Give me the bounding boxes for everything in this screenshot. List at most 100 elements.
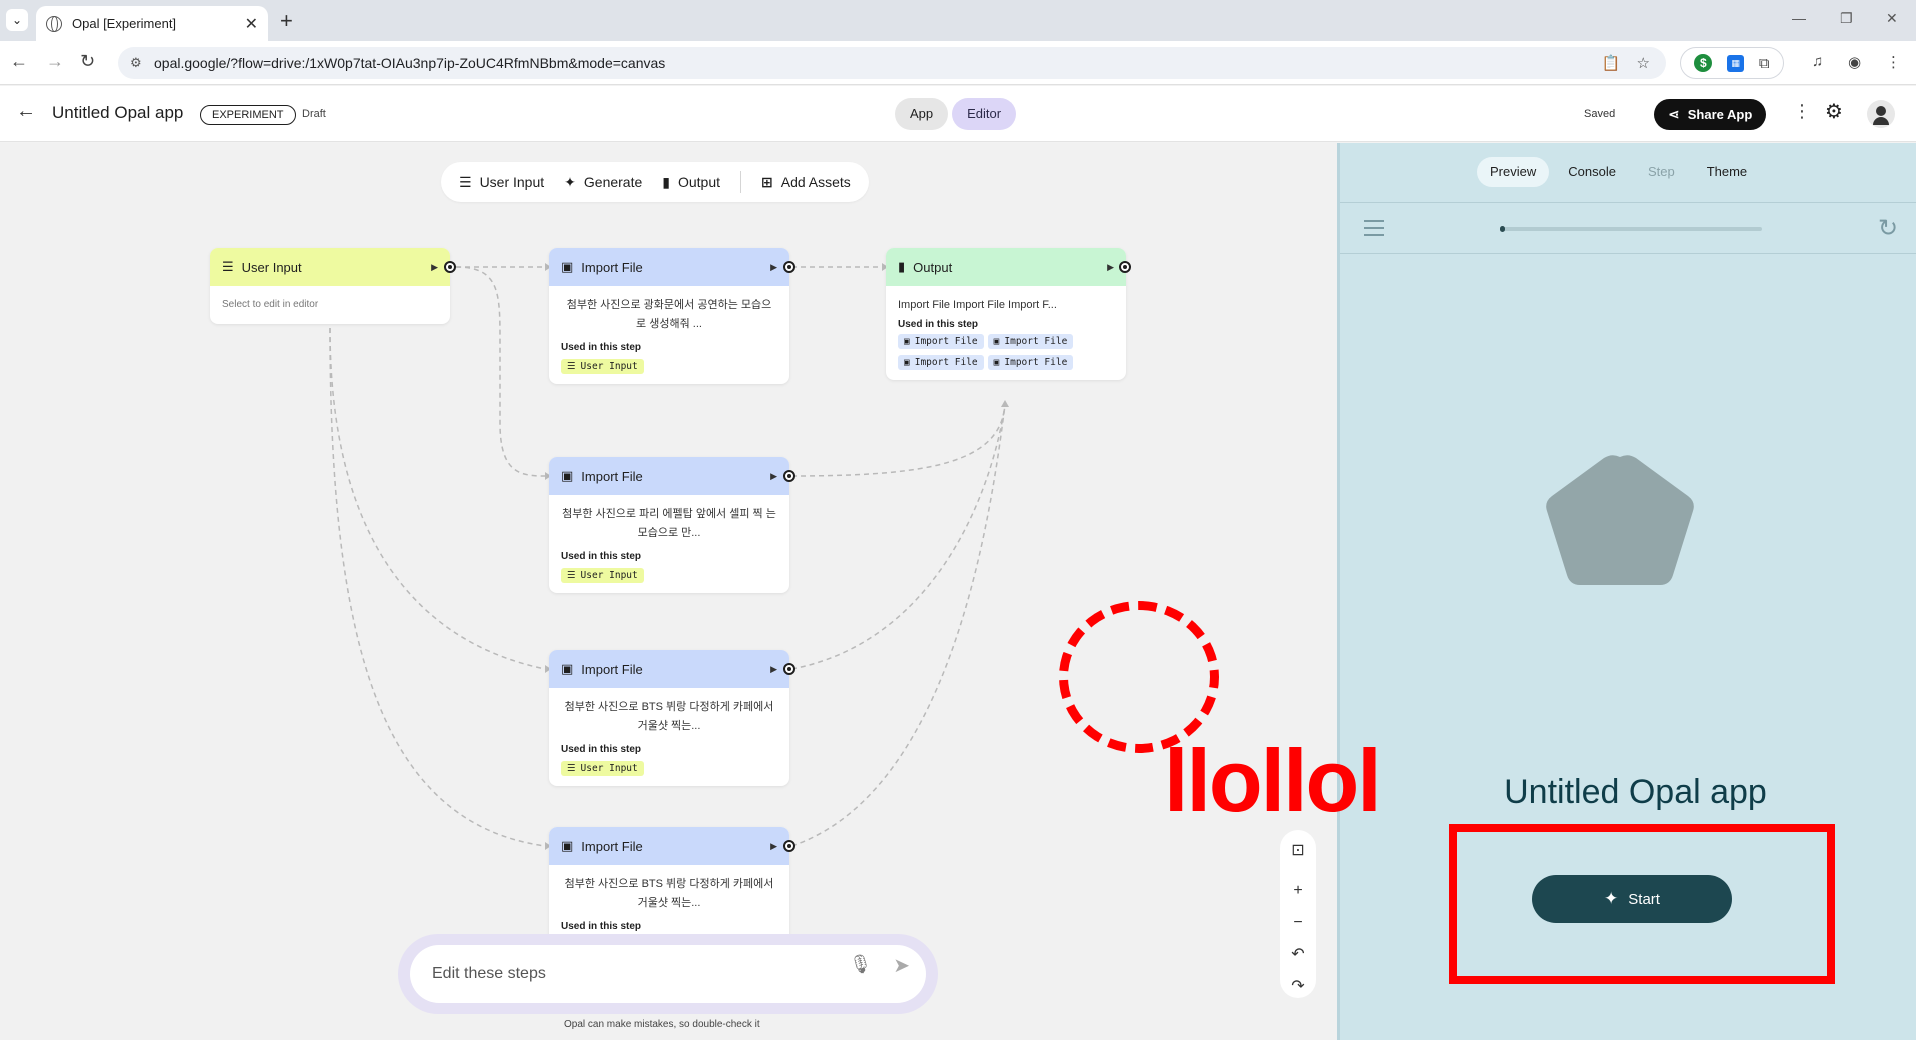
forward-icon[interactable]: → xyxy=(46,51,64,72)
node-prompt: 첨부한 사진으로 파리 에펠탑 앞에서 셀피 찍 는 모습으로 만... xyxy=(562,508,776,539)
output-node[interactable]: ▮ Output ▶ Import File Import File Impor… xyxy=(886,248,1126,380)
minimize-icon[interactable]: — xyxy=(1792,10,1806,26)
import-file-node-4[interactable]: ▣ Import File ▶ 첨부한 사진으로 BTS 뷔랑 다정하게 카페에… xyxy=(549,827,789,940)
node-title: Import File xyxy=(581,468,643,484)
run-step-icon[interactable]: ▶ xyxy=(770,262,777,273)
node-hint: Select to edit in editor xyxy=(222,299,319,310)
close-tab-icon[interactable]: ✕ xyxy=(245,14,258,34)
edge-import4-output xyxy=(791,404,1006,847)
zoom-controls: ⊡ + − ↶ ↷ xyxy=(1280,830,1316,998)
used-in-step-label: Used in this step xyxy=(561,921,642,932)
puzzle-icon[interactable]: ⧉ xyxy=(1759,55,1770,72)
app-title[interactable]: Untitled Opal app xyxy=(52,103,183,123)
profile-icon[interactable]: ◉ xyxy=(1848,53,1861,71)
editor-canvas[interactable]: ☰ User Input ✦ Generate ▮ Output ⊞ Add A… xyxy=(0,143,1337,1040)
run-step-icon[interactable]: ▶ xyxy=(770,471,777,482)
step-toolbar: ☰ User Input ✦ Generate ▮ Output ⊞ Add A… xyxy=(441,162,869,202)
microphone-icon[interactable]: 🎙 xyxy=(849,954,872,975)
editor-mode-button[interactable]: Editor xyxy=(952,98,1017,130)
share-app-button[interactable]: ⋖ Share App xyxy=(1654,99,1767,130)
window-close-icon[interactable]: ✕ xyxy=(1886,10,1898,27)
restart-icon[interactable]: ↻ xyxy=(1878,214,1898,243)
run-step-icon[interactable]: ▶ xyxy=(1107,262,1114,273)
user-input-node[interactable]: ☰ User Input ▶ Select to edit in editor xyxy=(210,248,450,324)
tab-search-button[interactable]: ⌄ xyxy=(6,9,28,31)
tab-theme[interactable]: Theme xyxy=(1694,157,1760,187)
output-port[interactable] xyxy=(444,261,456,273)
tab-step[interactable]: Step xyxy=(1635,157,1688,187)
mode-toggle: App Editor xyxy=(895,98,1017,130)
annotation-highlight-box xyxy=(1449,824,1835,984)
avatar[interactable] xyxy=(1867,100,1895,128)
clipboard-icon[interactable]: 📋 xyxy=(1602,54,1621,72)
add-generate-button[interactable]: ✦ Generate xyxy=(564,174,642,191)
app-logo-pentagon-icon xyxy=(1546,455,1694,585)
user-input-chip: ☰ User Input xyxy=(561,568,644,583)
address-bar[interactable]: ⚙ opal.google/?flow=drive:/1xW0p7tat-OIA… xyxy=(118,47,1666,79)
globe-icon xyxy=(46,15,62,32)
import-file-node-2[interactable]: ▣ Import File ▶ 첨부한 사진으로 파리 에펠탑 앞에서 셀피 찍… xyxy=(549,457,789,593)
import-file-chip: ▣ Import File xyxy=(987,334,1074,349)
run-step-icon[interactable]: ▶ xyxy=(431,262,438,273)
output-port[interactable] xyxy=(783,261,795,273)
zoom-out-icon[interactable]: − xyxy=(1293,912,1302,934)
chrome-menu-icon[interactable]: ⋮ xyxy=(1886,53,1901,71)
node-header: ▣ Import File ▶ xyxy=(549,827,789,865)
user-input-label: User Input xyxy=(479,174,545,190)
restore-icon[interactable]: ❐ xyxy=(1840,10,1853,27)
hamburger-menu-icon[interactable] xyxy=(1364,220,1384,241)
node-prompt: Import File Import File Import F... xyxy=(898,299,1057,311)
calendar-extension-icon[interactable]: ▦ xyxy=(1727,54,1745,72)
node-prompt: 첨부한 사진으로 BTS 뷔랑 다정하게 카페에서 거울샷 찍는... xyxy=(564,878,774,909)
tab-console[interactable]: Console xyxy=(1555,157,1629,187)
node-title: Import File xyxy=(581,838,643,854)
image-file-icon: ▣ xyxy=(561,661,574,676)
more-options-icon[interactable]: ⋮ xyxy=(1793,101,1811,122)
undo-icon[interactable]: ↶ xyxy=(1291,944,1304,966)
extensions-group: $ ▦ ⧉ xyxy=(1680,47,1784,79)
used-in-step-label: Used in this step xyxy=(561,342,642,353)
site-settings-icon[interactable]: ⚙ xyxy=(130,55,142,71)
browser-tab[interactable]: Opal [Experiment] ✕ xyxy=(36,6,268,41)
user-input-chip: ☰ User Input xyxy=(561,761,644,776)
browser-toolbar: ← → ↻ ⚙ opal.google/?flow=drive:/1xW0p7t… xyxy=(0,41,1916,85)
output-port[interactable] xyxy=(783,840,795,852)
add-output-button[interactable]: ▮ Output xyxy=(662,174,720,191)
fit-view-icon[interactable]: ⊡ xyxy=(1291,840,1304,862)
new-tab-button[interactable]: + xyxy=(280,8,293,34)
add-assets-label: Add Assets xyxy=(780,174,851,190)
reload-icon[interactable]: ↻ xyxy=(80,51,95,72)
user-input-chip: ☰ User Input xyxy=(561,359,644,374)
back-icon[interactable]: ← xyxy=(10,51,28,72)
media-icon[interactable]: ♫ xyxy=(1812,53,1823,70)
node-header: ☰ User Input ▶ xyxy=(210,248,450,286)
node-title: Output xyxy=(913,259,953,275)
run-step-icon[interactable]: ▶ xyxy=(770,841,777,852)
output-port[interactable] xyxy=(783,470,795,482)
import-file-node-1[interactable]: ▣ Import File ▶ 첨부한 사진으로 광화문에서 공연하는 모습으 … xyxy=(549,248,789,384)
disclaimer-text: Opal can make mistakes, so double-check … xyxy=(564,1019,760,1030)
zoom-in-icon[interactable]: + xyxy=(1293,880,1302,902)
app-mode-button[interactable]: App xyxy=(895,98,949,130)
share-app-label: Share App xyxy=(1687,107,1753,122)
settings-gear-icon[interactable]: ⚙ xyxy=(1825,99,1843,124)
output-port[interactable] xyxy=(783,663,795,675)
sparkle-icon: ✦ xyxy=(564,173,576,190)
preview-app-title: Untitled Opal app xyxy=(1504,773,1767,811)
add-user-input-button[interactable]: ☰ User Input xyxy=(459,174,544,191)
import-file-node-3[interactable]: ▣ Import File ▶ 첨부한 사진으로 BTS 뷔랑 다정하게 카페에… xyxy=(549,650,789,786)
send-icon[interactable]: ➤ xyxy=(893,953,910,978)
back-arrow-icon[interactable]: ← xyxy=(16,100,36,123)
preview-tabs: Preview Console Step Theme xyxy=(1477,157,1760,187)
add-box-icon: ⊞ xyxy=(761,173,773,190)
dollar-extension-icon[interactable]: $ xyxy=(1694,54,1713,72)
node-header: ▮ Output ▶ xyxy=(886,248,1126,286)
output-port[interactable] xyxy=(1119,261,1131,273)
tab-preview[interactable]: Preview xyxy=(1477,157,1550,187)
add-assets-button[interactable]: ⊞ Add Assets xyxy=(761,174,851,191)
image-file-icon: ▣ xyxy=(561,259,574,274)
redo-icon[interactable]: ↷ xyxy=(1291,976,1304,998)
edit-steps-placeholder: Edit these steps xyxy=(432,965,546,982)
run-step-icon[interactable]: ▶ xyxy=(770,664,777,675)
bookmark-star-icon[interactable]: ☆ xyxy=(1637,54,1650,72)
